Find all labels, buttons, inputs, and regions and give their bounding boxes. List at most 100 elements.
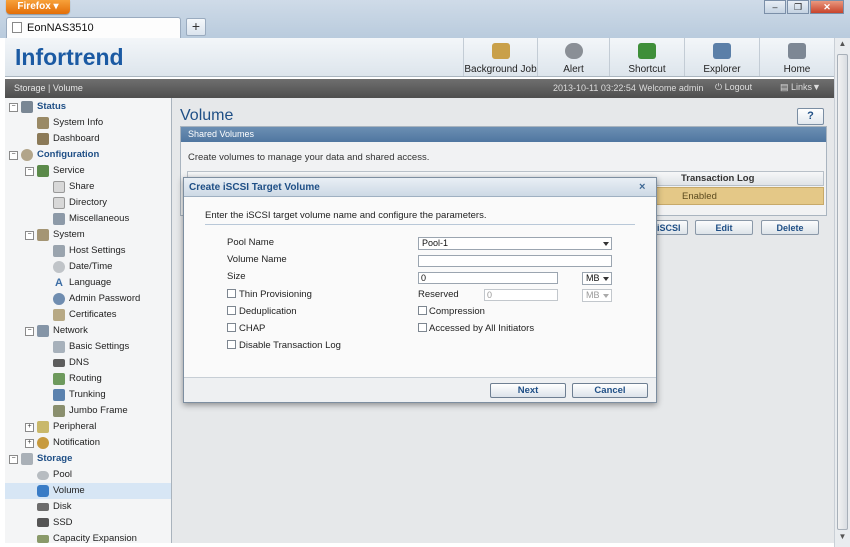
- tree-group-service[interactable]: − Service: [25, 163, 169, 179]
- shortcut-button[interactable]: Shortcut: [609, 38, 684, 76]
- datetime: 2013-10-11 03:22:54: [553, 83, 636, 93]
- peripheral-icon: [37, 421, 49, 433]
- edit-button[interactable]: Edit: [695, 220, 753, 235]
- links-label: Links▼: [791, 82, 821, 92]
- explorer-button[interactable]: Explorer: [684, 38, 759, 76]
- trunking-icon: [53, 389, 65, 401]
- disable-transaction-log-label: Disable Transaction Log: [239, 340, 341, 351]
- pool-name-select[interactable]: Pool-1: [418, 237, 612, 250]
- sidebar-item-language[interactable]: A Language: [53, 275, 167, 291]
- sidebar-item-label: DNS: [69, 357, 90, 368]
- sidebar-item-volume[interactable]: Volume: [5, 483, 171, 499]
- sidebar-item-disk[interactable]: Disk: [37, 499, 167, 515]
- size-unit-value: MB: [586, 273, 600, 283]
- sidebar-item-capacity-expansion[interactable]: Capacity Expansion: [37, 531, 167, 543]
- sidebar-item-admin-password[interactable]: Admin Password: [53, 291, 167, 307]
- capacity-expansion-icon: [37, 535, 49, 543]
- tree-group-system[interactable]: − System: [25, 227, 169, 243]
- sidebar-item-label: Language: [69, 277, 112, 288]
- sidebar-item-basic-settings[interactable]: Basic Settings: [53, 339, 167, 355]
- sidebar-item-share[interactable]: Share: [53, 179, 167, 195]
- sidebar-item-label: SSD: [53, 517, 73, 528]
- sidebar-item-trunking[interactable]: Trunking: [53, 387, 167, 403]
- sidebar-item-date-time[interactable]: Date/Time: [53, 259, 167, 275]
- page-scrollbar[interactable]: ▲ ▼: [834, 38, 850, 547]
- tree-group-network[interactable]: − Network: [25, 323, 169, 339]
- sidebar-item-jumbo-frame[interactable]: Jumbo Frame: [53, 403, 167, 419]
- logout-link[interactable]: ⏻ Logout: [715, 82, 752, 93]
- deduplication-checkbox[interactable]: [227, 306, 236, 315]
- sidebar-item-system-info[interactable]: System Info: [37, 115, 167, 131]
- window-controls: – ❐ ✕: [764, 0, 844, 14]
- close-icon[interactable]: ×: [639, 181, 645, 193]
- volume-name-input[interactable]: [418, 255, 612, 267]
- background-job-button[interactable]: Background Job: [463, 38, 537, 76]
- size-input[interactable]: [418, 272, 558, 284]
- help-button[interactable]: ?: [797, 108, 824, 125]
- collapse-icon[interactable]: −: [25, 167, 34, 176]
- dialog-body: Enter the iSCSI target volume name and c…: [184, 197, 656, 377]
- firefox-menu-label: Firefox: [17, 1, 51, 12]
- sidebar-item-host-settings[interactable]: Host Settings: [53, 243, 167, 259]
- thin-provisioning-label: Thin Provisioning: [239, 289, 312, 300]
- compression-checkbox[interactable]: [418, 306, 427, 315]
- accessed-by-all-checkbox[interactable]: [418, 323, 427, 332]
- scroll-down-icon[interactable]: ▼: [836, 532, 849, 545]
- sidebar-item-pool[interactable]: Pool: [37, 467, 167, 483]
- expand-icon[interactable]: +: [25, 423, 34, 432]
- explorer-label: Explorer: [703, 64, 741, 75]
- alert-button[interactable]: Alert: [537, 38, 609, 76]
- minimize-button[interactable]: –: [764, 0, 786, 14]
- collapse-icon[interactable]: −: [25, 327, 34, 336]
- home-label: Home: [783, 64, 811, 75]
- scrollbar-thumb[interactable]: [837, 54, 848, 530]
- dns-icon: [53, 359, 65, 367]
- dialog-intro: Enter the iSCSI target volume name and c…: [205, 210, 487, 221]
- chap-checkbox[interactable]: [227, 323, 236, 332]
- column-transaction-log[interactable]: Transaction Log: [681, 173, 754, 184]
- next-button[interactable]: Next: [490, 383, 566, 398]
- firefox-menu-button[interactable]: Firefox ▾: [6, 0, 70, 14]
- certificates-icon: [53, 309, 65, 321]
- new-tab-button[interactable]: +: [186, 18, 206, 36]
- pool-name-value: Pool-1: [422, 238, 449, 248]
- pool-name-label: Pool Name: [227, 237, 274, 248]
- tree-group-notification[interactable]: + Notification: [25, 435, 169, 451]
- cancel-button[interactable]: Cancel: [572, 383, 648, 398]
- expand-icon[interactable]: +: [25, 439, 34, 448]
- disable-transaction-log-checkbox[interactable]: [227, 340, 236, 349]
- close-window-button[interactable]: ✕: [810, 0, 844, 14]
- tree-group-configuration[interactable]: − Configuration: [9, 147, 169, 163]
- links-menu[interactable]: ▤ Links▼: [780, 82, 821, 93]
- delete-button[interactable]: Delete: [761, 220, 819, 235]
- tree-label: Status: [37, 101, 67, 112]
- scroll-up-icon[interactable]: ▲: [836, 39, 849, 52]
- tree-group-storage[interactable]: − Storage: [9, 451, 169, 467]
- collapse-icon[interactable]: −: [9, 455, 18, 464]
- restore-button[interactable]: ❐: [787, 0, 809, 14]
- sidebar-item-dashboard[interactable]: Dashboard: [37, 131, 167, 147]
- sidebar-item-ssd[interactable]: SSD: [37, 515, 167, 531]
- collapse-icon[interactable]: −: [25, 231, 34, 240]
- thin-provisioning-checkbox[interactable]: [227, 289, 236, 298]
- tree-label: Peripheral: [53, 421, 97, 432]
- sidebar-item-dns[interactable]: DNS: [53, 355, 167, 371]
- sidebar-item-label: Disk: [53, 501, 72, 512]
- browser-tab[interactable]: EonNAS3510: [6, 17, 181, 38]
- collapse-icon[interactable]: −: [9, 151, 18, 160]
- tree-group-status[interactable]: − Status: [9, 99, 169, 115]
- sidebar-item-routing[interactable]: Routing: [53, 371, 167, 387]
- tree-label: Notification: [53, 437, 100, 448]
- home-button[interactable]: Home: [759, 38, 834, 76]
- sidebar-item-miscellaneous[interactable]: Miscellaneous: [53, 211, 167, 227]
- sidebar-item-certificates[interactable]: Certificates: [53, 307, 167, 323]
- dialog-titlebar[interactable]: Create iSCSI Target Volume ×: [184, 178, 656, 197]
- page-icon: [12, 22, 22, 33]
- divider: [205, 224, 635, 225]
- tree-label: Network: [53, 325, 88, 336]
- size-unit-select[interactable]: MB: [582, 272, 612, 285]
- tree-group-peripheral[interactable]: + Peripheral: [25, 419, 169, 435]
- sidebar-item-directory[interactable]: Directory: [53, 195, 167, 211]
- sidebar-item-label: Host Settings: [69, 245, 126, 256]
- collapse-icon[interactable]: −: [9, 103, 18, 112]
